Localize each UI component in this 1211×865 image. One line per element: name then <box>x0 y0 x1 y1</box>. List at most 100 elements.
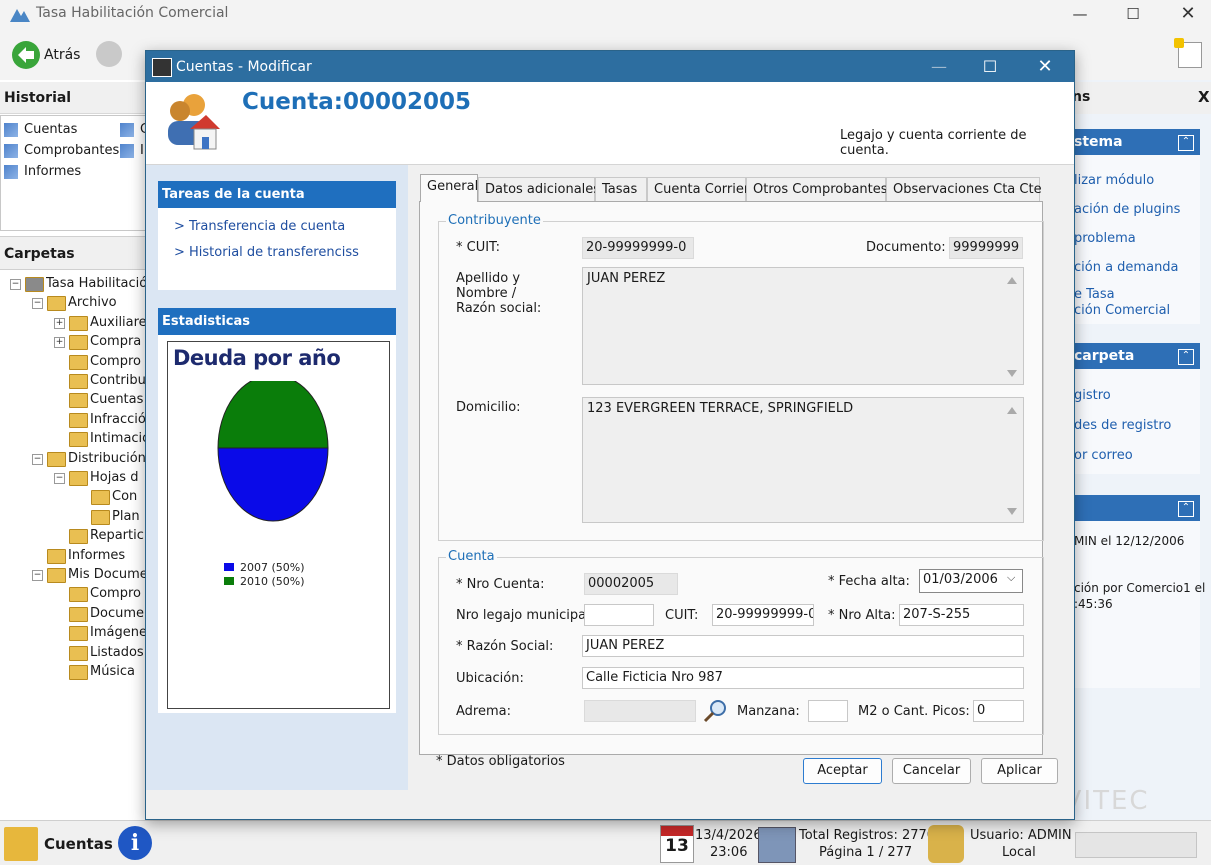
scroll-up-icon[interactable] <box>1007 407 1017 414</box>
apply-button[interactable]: Aplicar <box>981 758 1058 784</box>
nro-alta-field[interactable]: 207-S-255 <box>899 604 1024 626</box>
cuenta-cuit-field[interactable]: 20-99999999-0 <box>712 604 814 626</box>
task-historial-link[interactable]: > Historial de transferenciss <box>174 245 359 260</box>
nro-cuenta-field[interactable]: 00002005 <box>584 573 678 595</box>
system-task-link[interactable]: ción Comercial <box>1074 303 1170 318</box>
system-task-link[interactable]: lizar módulo <box>1074 173 1154 188</box>
folder-icon <box>69 412 88 428</box>
info-icon[interactable]: i <box>118 826 152 860</box>
cancel-button[interactable]: Cancelar <box>892 758 971 784</box>
search-icon[interactable] <box>702 698 728 724</box>
close-button[interactable]: ✕ <box>1165 0 1211 28</box>
manzana-field[interactable] <box>808 700 848 722</box>
dialog-maximize-button[interactable]: ☐ <box>967 51 1013 82</box>
tree-expander[interactable]: − <box>32 570 43 581</box>
tab-tasas[interactable]: Tasas <box>595 177 647 201</box>
collapse-icon[interactable]: ⌃ <box>1178 349 1194 365</box>
system-task-link[interactable]: ción a demanda <box>1074 260 1179 275</box>
domicilio-textarea[interactable]: 123 EVERGREEN TERRACE, SPRINGFIELD <box>582 397 1024 523</box>
legajo-field[interactable] <box>584 604 654 626</box>
tree-item[interactable]: Imágene <box>90 625 146 640</box>
folder-icon <box>69 606 88 622</box>
dialog-close-button[interactable]: ✕ <box>1022 51 1068 82</box>
tree-expander[interactable]: − <box>10 279 21 290</box>
tree-item[interactable]: Compra <box>90 334 146 349</box>
tree-item[interactable]: Compro <box>90 586 146 601</box>
historial-item[interactable]: I <box>140 143 144 158</box>
dialog-minimize-button[interactable]: — <box>916 51 962 82</box>
nombre-textarea[interactable]: JUAN PEREZ <box>582 267 1024 385</box>
tree-item[interactable]: Intimació <box>90 431 146 446</box>
collapse-icon[interactable]: ⌃ <box>1178 135 1194 151</box>
folder-icon <box>25 277 44 292</box>
fecha-alta-label: * Fecha alta: <box>828 574 910 589</box>
m2-label: M2 o Cant. Picos: <box>858 704 970 719</box>
tree-expander[interactable]: + <box>54 317 65 329</box>
ubicacion-field[interactable]: Calle Ficticia Nro 987 <box>582 667 1024 689</box>
tab-cuenta-corriente[interactable]: Cuenta Corriente <box>647 177 765 201</box>
tree-expander[interactable]: − <box>32 453 43 465</box>
system-task-link[interactable]: problema <box>1074 231 1136 246</box>
tree-item[interactable]: Cuentas <box>90 392 146 407</box>
debt-pie-chart <box>217 381 329 522</box>
tree-item[interactable]: Listados <box>90 645 146 660</box>
task-transferencia-link[interactable]: > Transferencia de cuenta <box>174 219 345 234</box>
back-arrow-icon[interactable] <box>12 41 40 69</box>
tab-general[interactable]: General <box>420 174 478 202</box>
tree-expander[interactable]: + <box>54 337 65 349</box>
tree-item[interactable]: Compro <box>90 354 146 369</box>
cuit-field[interactable]: 20-99999999-0 <box>582 237 694 259</box>
nro-alta-label: * Nro Alta: <box>828 608 896 623</box>
tree-item[interactable]: Archivo <box>68 295 146 310</box>
status-time: 23:06 <box>710 845 748 860</box>
tree-item[interactable]: Informes <box>68 548 146 563</box>
tab-observaciones-cta-cte[interactable]: Observaciones Cta Cte <box>886 177 1042 201</box>
tree-item[interactable]: Plan <box>112 509 146 524</box>
historial-item[interactable]: Informes <box>24 164 81 179</box>
tab-datos-adicionales[interactable]: Datos adicionales <box>478 177 600 201</box>
historial-item-icon <box>4 123 18 137</box>
chevron-down-icon[interactable]: ⌵ <box>1007 571 1015 585</box>
collapse-icon[interactable]: ⌃ <box>1178 501 1194 517</box>
folder-icon <box>69 529 88 545</box>
tab-otros-comprobantes[interactable]: Otros Comprobantes <box>746 177 888 201</box>
scroll-down-icon[interactable] <box>1007 370 1017 377</box>
folder-task-link[interactable]: or correo <box>1074 448 1133 463</box>
system-task-link[interactable]: e Tasa <box>1074 287 1115 302</box>
legend-label: 2010 (50%) <box>240 575 305 588</box>
app-title: Tasa Habilitación Comercial <box>36 5 229 21</box>
tree-item[interactable]: Auxiliare <box>90 315 146 330</box>
minimize-button[interactable]: — <box>1057 0 1103 28</box>
documento-field[interactable]: 99999999 <box>949 237 1023 259</box>
tree-item[interactable]: Mis Docume <box>68 567 146 582</box>
tree-item[interactable]: Distribución <box>68 451 146 466</box>
folder-icon <box>47 451 66 467</box>
tree-expander[interactable]: − <box>54 473 65 484</box>
legajo-label: Nro legajo municipal: <box>456 608 595 623</box>
historial-item[interactable]: Comprobantes <box>24 143 119 158</box>
maximize-button[interactable]: ☐ <box>1110 0 1156 28</box>
folder-task-link[interactable]: des de registro <box>1074 418 1171 433</box>
razon-social-field[interactable]: JUAN PEREZ <box>582 635 1024 657</box>
historial-item[interactable]: Cuentas <box>24 122 77 137</box>
tree-item[interactable]: Contribu <box>90 373 146 388</box>
back-button-label[interactable]: Atrás <box>44 47 80 63</box>
m2-field[interactable]: 0 <box>973 700 1024 722</box>
right-pane-close[interactable]: X <box>1198 88 1210 106</box>
folder-task-link[interactable]: gistro <box>1074 388 1111 403</box>
tree-item[interactable]: Docume <box>90 606 146 621</box>
status-usuario: Usuario: ADMIN <box>970 828 1072 843</box>
tree-expander[interactable]: − <box>32 298 43 310</box>
tree-item[interactable]: Música <box>90 664 146 679</box>
accept-button[interactable]: Aceptar <box>803 758 882 784</box>
tree-item[interactable]: Hojas d <box>90 470 146 485</box>
adrema-field[interactable] <box>584 700 696 722</box>
system-task-link[interactable]: ación de plugins <box>1074 202 1180 217</box>
tree-item[interactable]: Repartic <box>90 528 146 543</box>
scroll-up-icon[interactable] <box>1007 277 1017 284</box>
tree-item[interactable]: Infracció <box>90 412 146 427</box>
tree-item[interactable]: Con <box>112 489 146 504</box>
tree-item[interactable]: Tasa Habilitació <box>46 276 146 291</box>
forward-arrow-icon[interactable] <box>96 41 122 67</box>
scroll-down-icon[interactable] <box>1007 508 1017 515</box>
